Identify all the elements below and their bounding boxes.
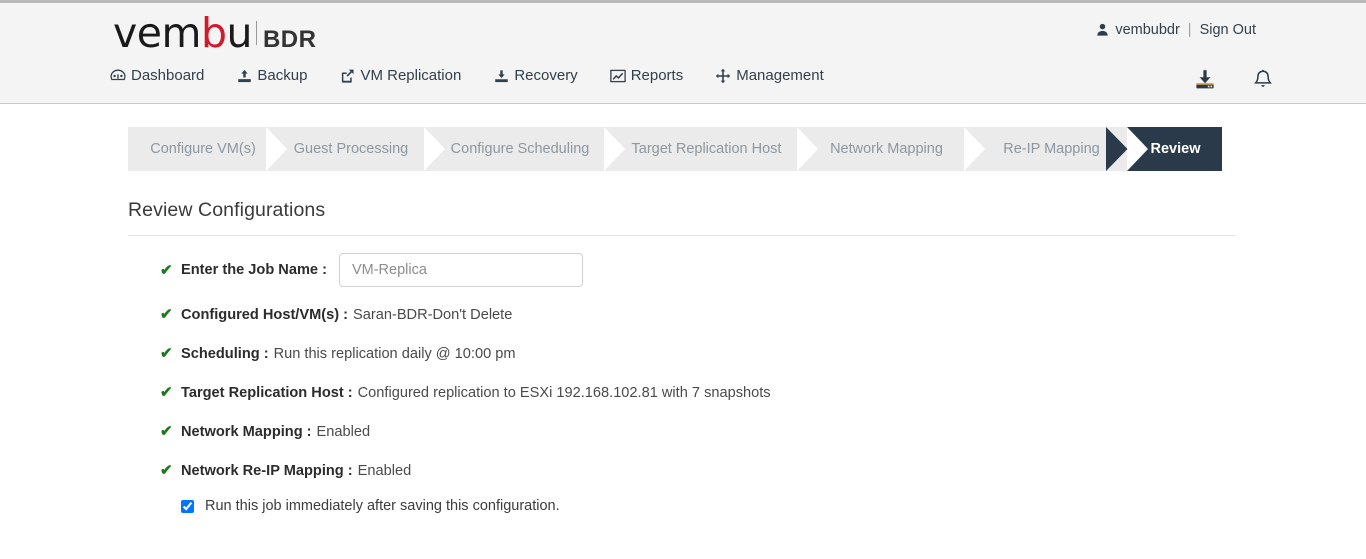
job-name-input[interactable] [338,253,583,287]
row-value: Configured replication to ESXi 192.168.1… [357,384,771,401]
chevron-left-fill-icon [1105,127,1128,171]
run-now-label: Run this job immediately after saving th… [205,498,560,514]
app-header: vembu BDR vembubdr | Sign Out Dashboard … [0,3,1366,104]
row-value: Enabled [357,462,412,479]
review-row-network-mapping: ✔ Network Mapping : Enabled [160,412,1248,451]
sign-out-link[interactable]: Sign Out [1200,22,1256,38]
step-label: Network Mapping [830,141,943,157]
review-row-network-re-ip-mapping: ✔ Network Re-IP Mapping : Enabled [160,451,1248,490]
nav-label: VM Replication [360,67,462,84]
nav-item-dashboard[interactable]: Dashboard [110,67,204,84]
review-row-configured-host: ✔ Configured Host/VM(s) : Saran-BDR-Don'… [160,295,1248,334]
external-link-icon [339,68,355,84]
chevron-right-icon [266,127,288,171]
dashboard-icon [110,68,126,84]
row-label: Scheduling : [181,345,269,362]
header-tools [1192,67,1276,93]
check-icon: ✔ [160,345,173,362]
page-content: Configure VM(s) Guest Processing Configu… [0,127,1366,514]
check-icon: ✔ [160,423,173,440]
run-now-checkbox[interactable] [181,499,194,513]
job-name-label: Enter the Job Name : [181,262,327,278]
chevron-right-icon [964,127,986,171]
row-value: Saran-BDR-Don't Delete [353,306,513,323]
move-arrows-icon [715,68,731,84]
nav-item-reports[interactable]: Reports [609,67,684,84]
chevron-right-icon [424,127,446,171]
wizard-step-network-mapping[interactable]: Network Mapping [797,127,985,171]
step-label: Configure VM(s) [150,141,256,157]
nav-item-backup[interactable]: Backup [236,67,307,84]
downloads-icon[interactable] [1192,67,1218,93]
nav-label: Backup [257,67,308,84]
nav-label: Recovery [514,67,578,84]
download-icon [493,68,509,84]
chart-line-icon [609,68,626,84]
user-icon [1096,23,1109,38]
step-label: Target Replication Host [631,141,782,157]
check-icon: ✔ [160,384,173,401]
wizard-step-guest-processing[interactable]: Guest Processing [266,127,445,171]
check-icon: ✔ [160,261,173,279]
row-label: Network Mapping : [181,423,312,440]
page-title: Review Configurations [128,199,326,221]
chevron-right-icon [1127,127,1149,171]
row-value: Enabled [316,423,371,440]
review-rows: ✔ Enter the Job Name : ✔ Configured Host… [128,247,1248,514]
bell-icon[interactable] [1250,67,1276,93]
row-label: Network Re-IP Mapping : [181,462,353,479]
account-username[interactable]: vembubdr [1115,22,1179,38]
nav-label: Reports [630,67,684,84]
review-row-scheduling: ✔ Scheduling : Run this replication dail… [160,334,1248,373]
chevron-right-icon [604,127,626,171]
title-divider [128,235,1236,236]
row-value: Run this replication daily @ 10:00 pm [273,345,516,362]
chevron-right-icon [797,127,819,171]
upload-icon [236,68,252,84]
brand-logo-text: vembu [113,9,252,57]
wizard-step-target-replication-host[interactable]: Target Replication Host [604,127,818,171]
row-label: Target Replication Host : [181,384,353,401]
brand-logo[interactable]: vembu BDR [113,9,316,57]
wizard-step-configure-vms[interactable]: Configure VM(s) [128,127,287,171]
run-now-row: Run this job immediately after saving th… [160,498,1248,514]
check-icon: ✔ [160,306,173,323]
wizard-steps: Configure VM(s) Guest Processing Configu… [128,127,1222,171]
brand-divider [255,21,257,45]
review-row-target-replication-host: ✔ Target Replication Host : Configured r… [160,373,1248,412]
row-label: Configured Host/VM(s) : [181,306,349,323]
step-label: Review [1150,141,1201,157]
check-icon: ✔ [160,462,173,479]
wizard-step-re-ip-mapping[interactable]: Re-IP Mapping [964,127,1148,171]
account-separator: | [1187,22,1192,38]
nav-item-management[interactable]: Management [715,67,824,84]
step-label: Re-IP Mapping [1003,141,1100,157]
account-area: vembubdr | Sign Out [1096,22,1256,38]
step-label: Guest Processing [293,141,409,157]
nav-item-vm-replication[interactable]: VM Replication [339,67,461,84]
nav-item-recovery[interactable]: Recovery [493,67,578,84]
main-navigation: Dashboard Backup VM Replication Recovery [110,67,824,84]
nav-label: Dashboard [131,67,205,84]
wizard-step-configure-scheduling[interactable]: Configure Scheduling [424,127,625,171]
review-row-job-name: ✔ Enter the Job Name : [160,247,1248,293]
step-label: Configure Scheduling [450,141,590,157]
brand-product-label: BDR [262,26,317,53]
nav-label: Management [736,67,824,84]
